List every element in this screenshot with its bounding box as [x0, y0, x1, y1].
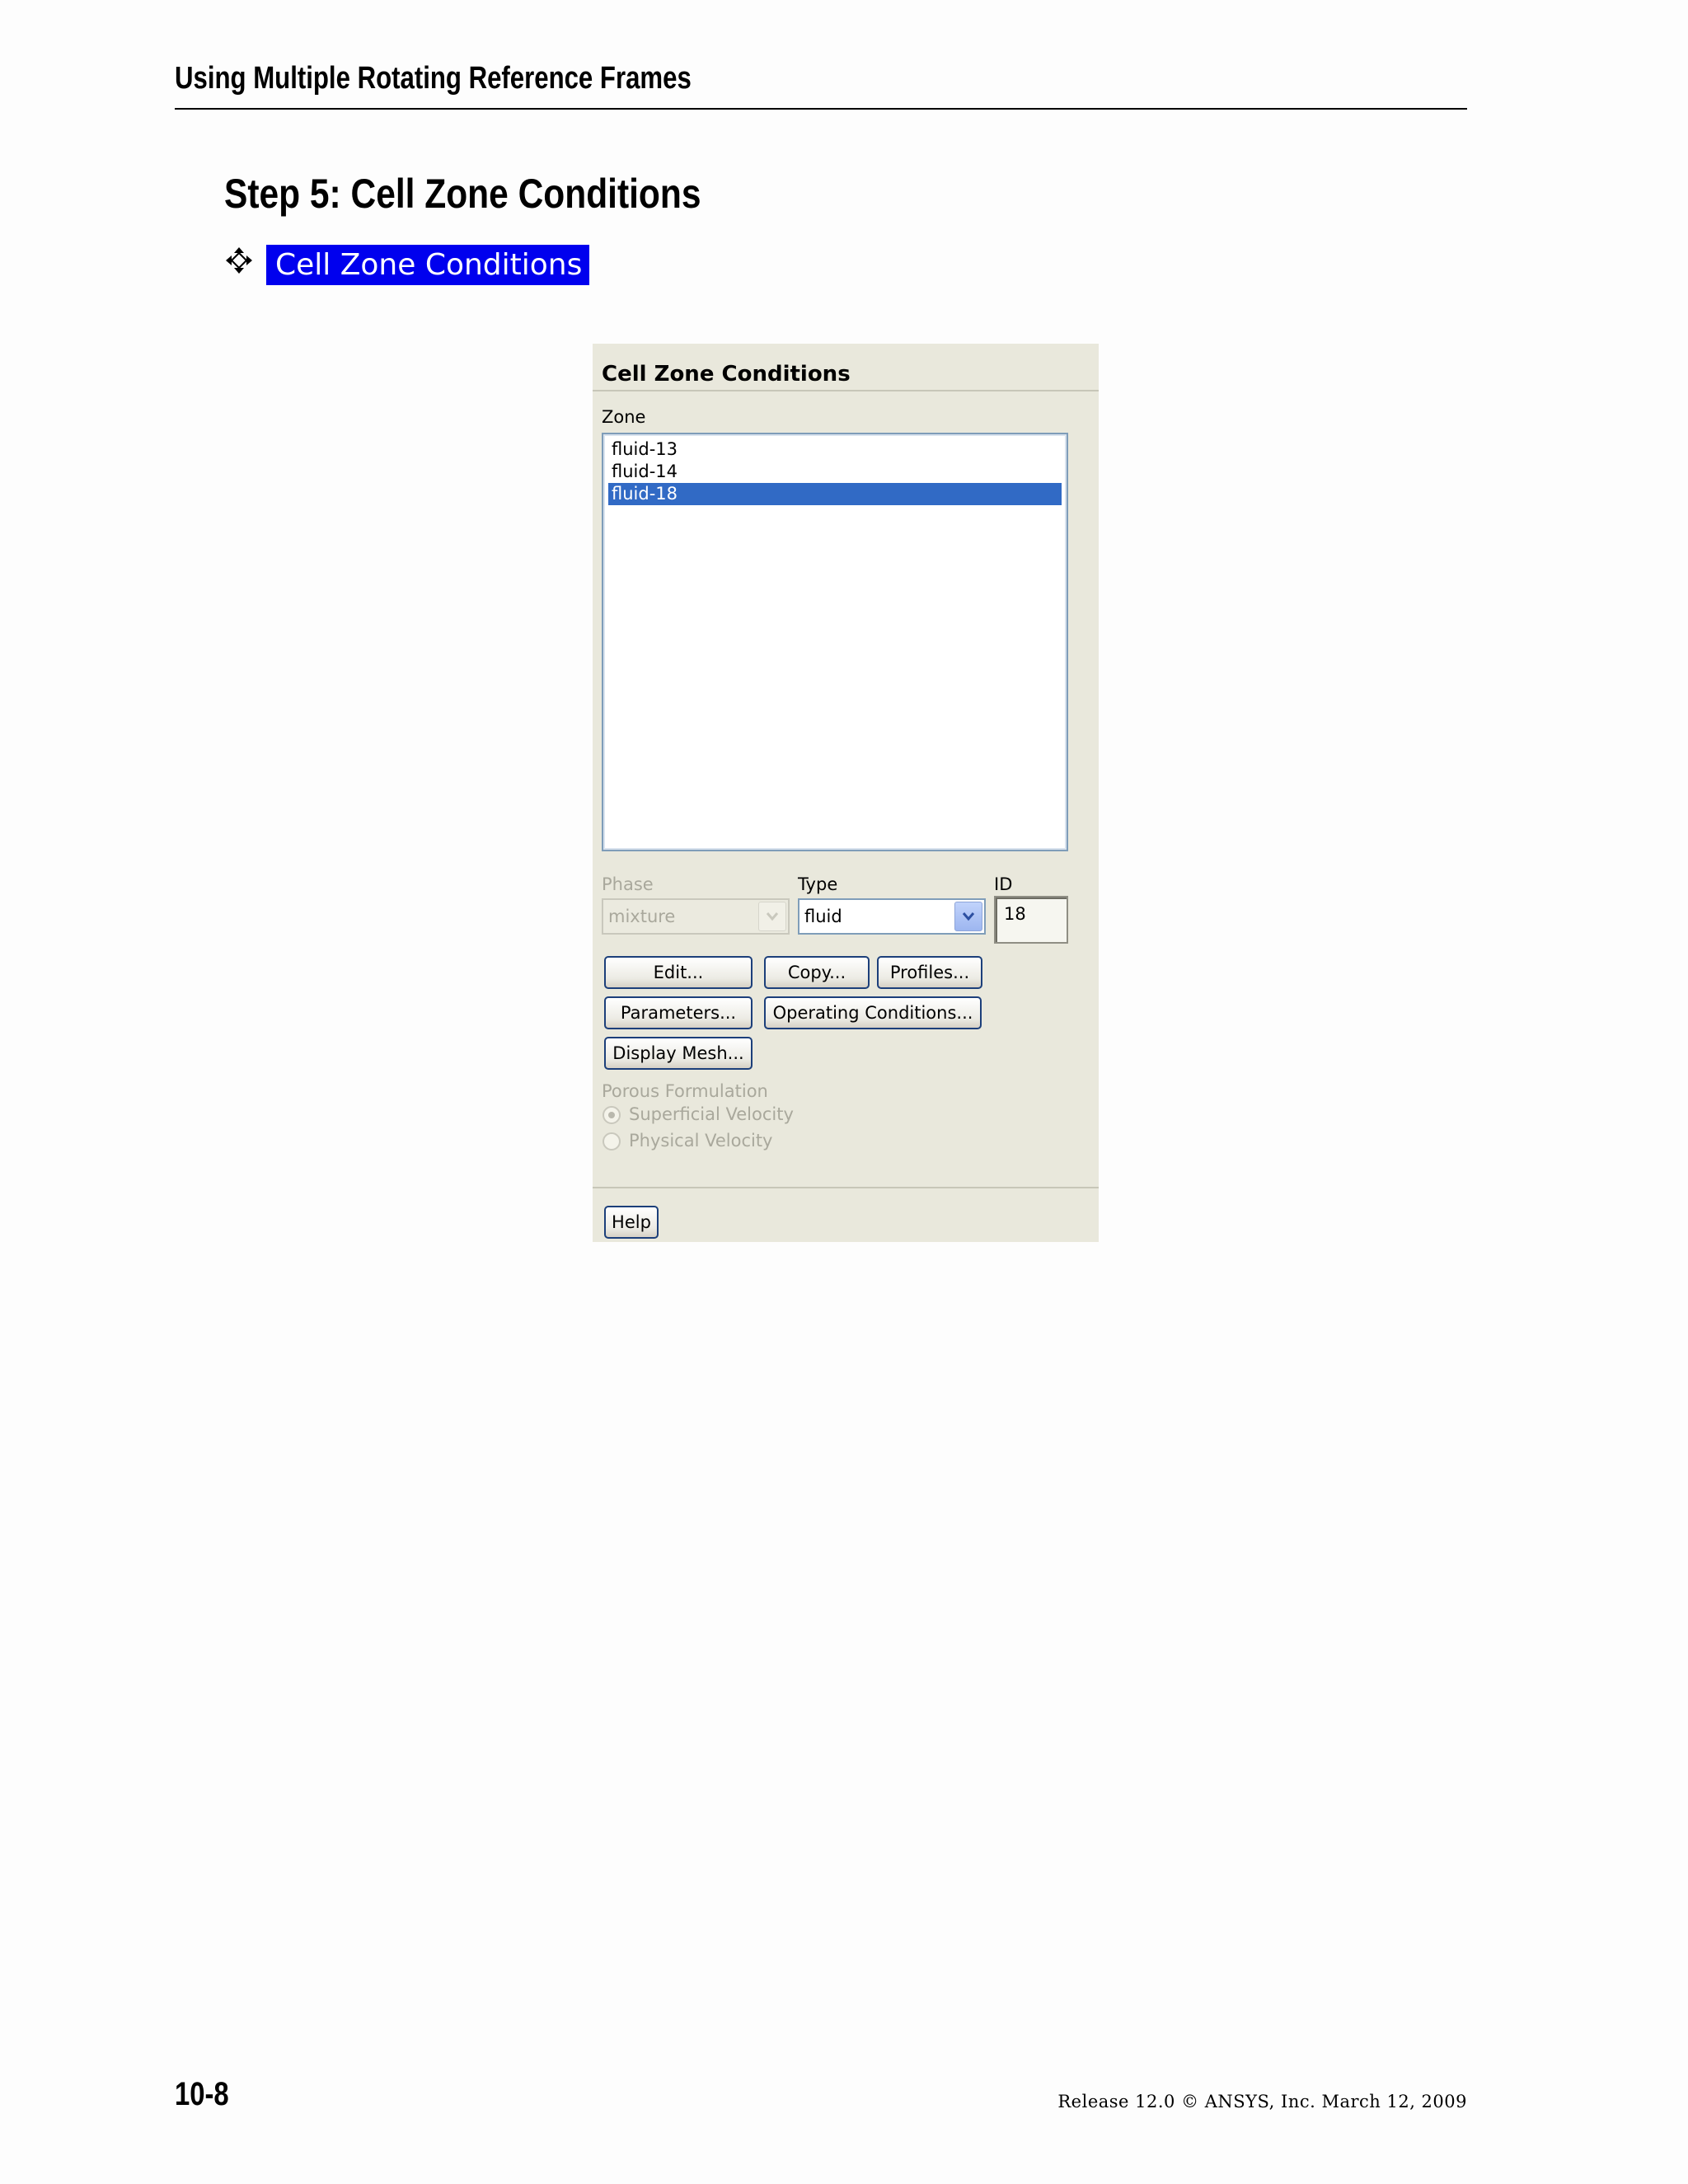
- operating-conditions-button[interactable]: Operating Conditions...: [764, 996, 982, 1029]
- phase-select: mixture: [602, 898, 790, 935]
- cell-zone-conditions-link[interactable]: Cell Zone Conditions: [266, 245, 590, 285]
- copy-button[interactable]: Copy...: [764, 956, 870, 989]
- type-label: Type: [798, 874, 838, 894]
- physical-velocity-radio: [603, 1132, 621, 1151]
- superficial-velocity-radio: [603, 1106, 621, 1124]
- phase-value: mixture: [608, 907, 676, 926]
- page-number: 10-8: [175, 2076, 229, 2112]
- parameters-button[interactable]: Parameters...: [604, 996, 753, 1029]
- type-select[interactable]: fluid: [798, 898, 986, 935]
- superficial-velocity-label: Superficial Velocity: [629, 1104, 794, 1124]
- type-dropdown-arrow-icon[interactable]: [954, 902, 982, 931]
- id-value: 18: [1004, 904, 1026, 924]
- phase-label: Phase: [602, 874, 654, 894]
- panel-title: Cell Zone Conditions: [602, 362, 851, 387]
- physical-velocity-label: Physical Velocity: [629, 1131, 773, 1151]
- id-field[interactable]: 18: [994, 896, 1068, 944]
- zone-list[interactable]: fluid-13 fluid-14 fluid-18: [602, 433, 1068, 851]
- release-line: Release 12.0 © ANSYS, Inc. March 12, 200…: [1057, 2092, 1467, 2111]
- help-button[interactable]: Help: [604, 1206, 659, 1239]
- zone-label: Zone: [602, 407, 646, 427]
- edit-button[interactable]: Edit...: [604, 956, 753, 989]
- phase-dropdown-arrow-icon: [758, 902, 786, 931]
- zone-list-item[interactable]: fluid-13: [608, 438, 1062, 461]
- display-mesh-button[interactable]: Display Mesh...: [604, 1037, 753, 1070]
- header-rule: [175, 108, 1467, 110]
- id-label: ID: [994, 874, 1013, 894]
- panel-title-divider: [593, 390, 1099, 391]
- profiles-button[interactable]: Profiles...: [877, 956, 982, 989]
- cell-zone-conditions-panel: Cell Zone Conditions Zone fluid-13 fluid…: [593, 344, 1099, 1242]
- bottom-divider: [593, 1187, 1099, 1188]
- navigation-arrows-icon: [226, 247, 252, 274]
- step-heading: Step 5: Cell Zone Conditions: [224, 171, 701, 217]
- zone-list-item[interactable]: fluid-14: [608, 461, 1062, 483]
- running-header: Using Multiple Rotating Reference Frames: [175, 61, 692, 96]
- porous-formulation-label: Porous Formulation: [602, 1081, 768, 1101]
- zone-list-item-selected[interactable]: fluid-18: [608, 483, 1062, 505]
- type-value: fluid: [804, 907, 842, 926]
